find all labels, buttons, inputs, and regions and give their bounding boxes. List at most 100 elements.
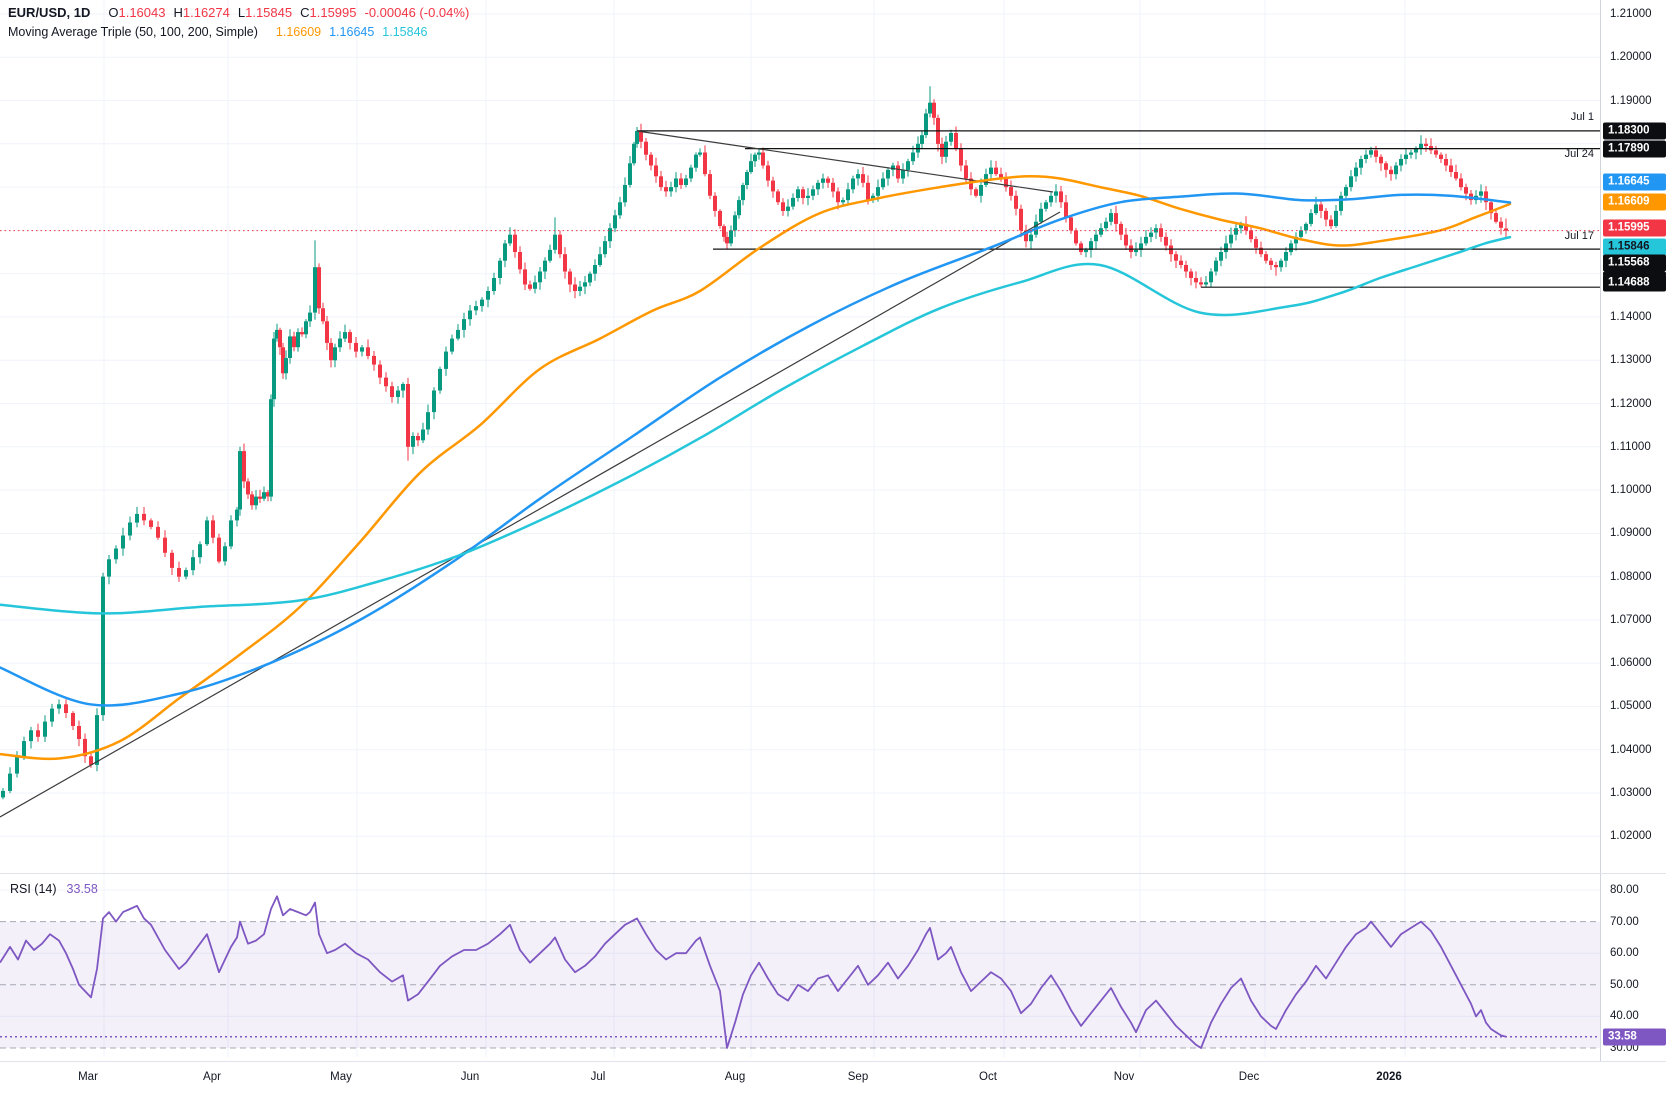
candle-body [272, 339, 276, 400]
candle-body [191, 557, 195, 570]
candle-body [269, 399, 273, 496]
candle-body [292, 336, 296, 347]
chart-canvas[interactable] [0, 0, 1666, 1095]
candle-body [325, 321, 329, 343]
candle-body [288, 336, 292, 358]
price-tick-label: 1.14000 [1610, 311, 1652, 323]
candle-body [258, 497, 262, 499]
candle-body [669, 187, 673, 191]
candle-body [713, 196, 717, 211]
candle-body [513, 235, 517, 252]
price-tick-label: 1.06000 [1610, 657, 1652, 669]
candle-body [722, 226, 726, 237]
candle-body [791, 198, 795, 207]
candle-body [1194, 278, 1198, 282]
candle-body [1009, 187, 1013, 196]
price-badge: 1.14688 [1603, 275, 1666, 292]
candle-body [523, 269, 527, 284]
candle-body [284, 358, 288, 373]
candle-body [1164, 237, 1168, 246]
candle-body [1094, 235, 1098, 242]
candle-body [149, 520, 153, 527]
candle-body [416, 436, 420, 440]
rsi-header[interactable]: RSI (14)33.58 [10, 882, 98, 896]
candle-body [920, 135, 924, 144]
candle-body [1279, 261, 1283, 268]
candle-body [462, 319, 466, 330]
candle-body [184, 570, 188, 577]
candle-body [22, 741, 26, 756]
candle-body [1424, 144, 1428, 146]
candle-body [593, 265, 597, 274]
candle-body [300, 332, 304, 334]
candle-body [954, 133, 958, 148]
candle-body [886, 170, 890, 179]
low-value: 1.15845 [245, 5, 292, 20]
candle-body [801, 189, 805, 198]
candle-body [1254, 239, 1258, 248]
price-axis[interactable]: 1.210001.200001.190001.140001.130001.120… [1600, 0, 1666, 1062]
candle-body [1189, 272, 1193, 279]
candle-body [1319, 204, 1323, 211]
candle-body [480, 300, 484, 307]
candle-body [694, 155, 698, 168]
candle-body [994, 168, 998, 175]
candle-body [57, 704, 61, 708]
candle-body [1449, 166, 1453, 173]
candle-body [36, 730, 40, 737]
candle-body [1444, 159, 1448, 166]
candle-body [974, 189, 978, 196]
candle-body [1064, 202, 1068, 217]
candle-body [1199, 282, 1203, 284]
candle-body [703, 153, 707, 175]
candle-body [1149, 233, 1153, 237]
rsi-tick-label: 50.00 [1610, 979, 1639, 991]
candle-body [729, 230, 733, 243]
time-axis[interactable]: MarAprMayJunJulAugSepOctNovDec2026 [0, 1062, 1666, 1095]
month-label-jul: Jul [591, 1071, 606, 1083]
month-label-jun: Jun [461, 1071, 480, 1083]
indicator-header[interactable]: Moving Average Triple (50, 100, 200, Sim… [8, 25, 427, 39]
candle-body [563, 254, 567, 271]
candle-body [217, 538, 221, 562]
candles-layer [1, 86, 1508, 799]
candle-body [390, 386, 394, 397]
candle-body [1314, 204, 1318, 213]
ma50-value: 1.16609 [276, 25, 321, 39]
ma-line-sma-100 [0, 193, 1510, 705]
candle-body [304, 321, 308, 334]
candle-body [378, 365, 382, 378]
symbol-header[interactable]: EUR/USD, 1DO1.16043H1.16274L1.15845C1.15… [8, 5, 469, 20]
candle-body [1074, 230, 1078, 243]
price-tick-label: 1.19000 [1610, 95, 1652, 107]
candle-body [944, 142, 948, 157]
high-label: H [173, 5, 182, 20]
close-label: C [300, 5, 309, 20]
candle-body [989, 168, 993, 175]
level-date-label: Jul 17 [1565, 230, 1594, 242]
candle-body [786, 207, 790, 211]
candle-body [329, 343, 333, 360]
candle-body [1344, 187, 1348, 196]
price-badge: 1.17890 [1603, 141, 1666, 158]
symbol-title[interactable]: EUR/USD, 1D [8, 5, 90, 20]
candle-body [1179, 261, 1183, 265]
candle-body [649, 155, 653, 166]
rsi-title[interactable]: RSI (14) [10, 882, 57, 896]
candle-body [411, 436, 415, 447]
candle-body [401, 384, 405, 391]
candle-body [745, 172, 749, 185]
candle-body [959, 148, 963, 165]
candle-body [1249, 230, 1253, 239]
candle-body [1354, 168, 1358, 177]
candle-body [1, 791, 5, 798]
candle-body [1219, 252, 1223, 261]
candle-body [1479, 191, 1483, 195]
candle-body [492, 278, 496, 291]
candle-body [831, 183, 835, 192]
indicator-title[interactable]: Moving Average Triple (50, 100, 200, Sim… [8, 25, 258, 39]
candle-body [1329, 220, 1333, 227]
candle-body [679, 179, 683, 186]
candle-body [1389, 170, 1393, 174]
pane-separator[interactable] [0, 873, 1666, 874]
